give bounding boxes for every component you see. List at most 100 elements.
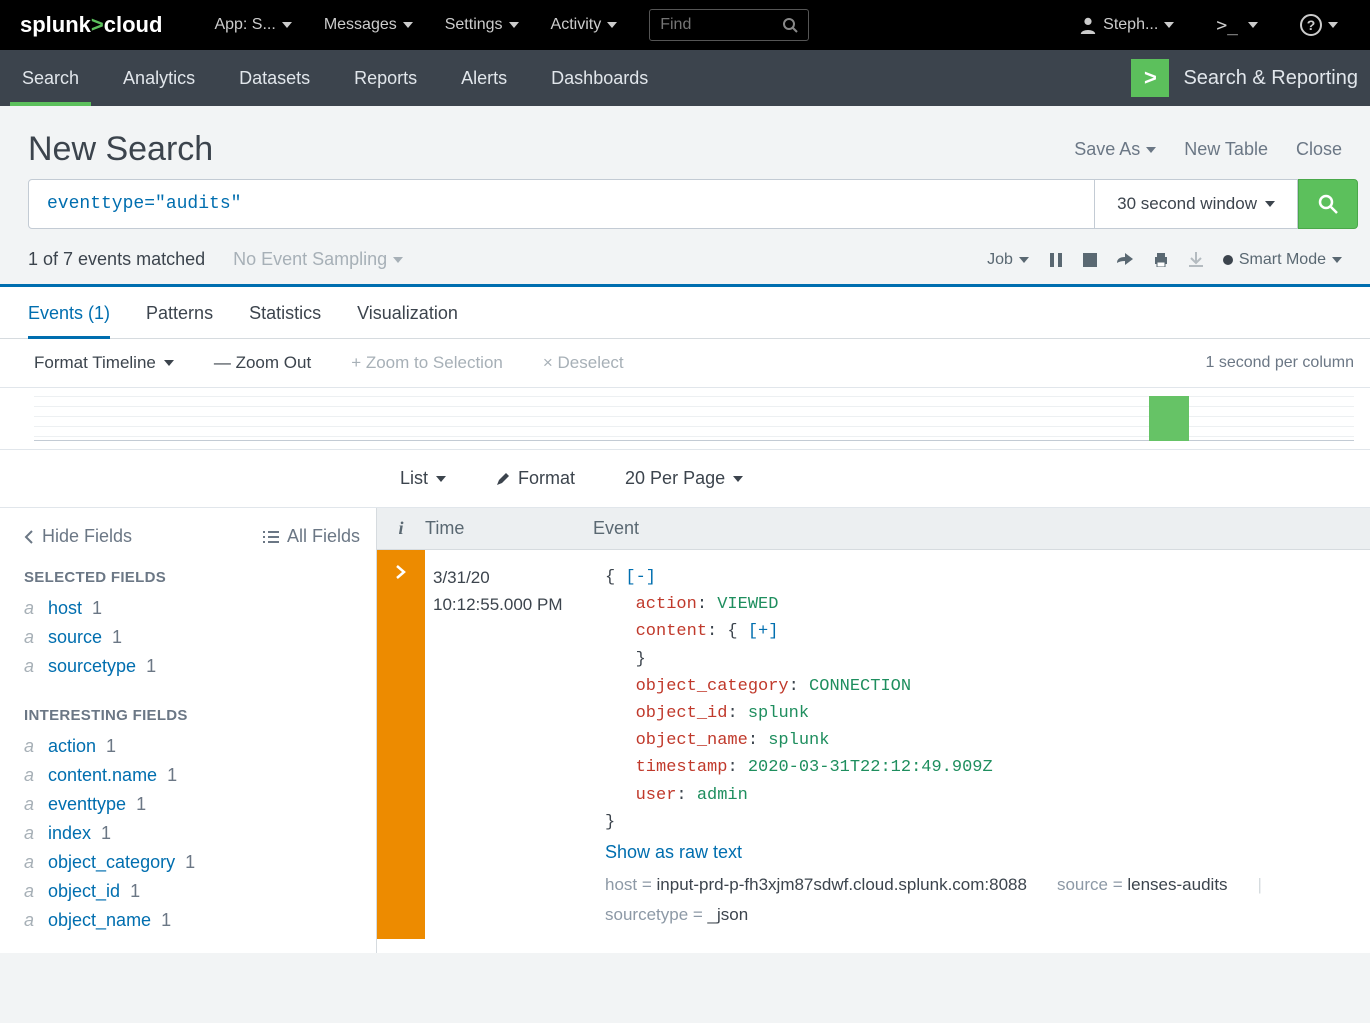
field-row[interactable]: aindex1	[24, 819, 360, 848]
search-query-input[interactable]: eventtype="audits"	[28, 179, 1095, 229]
format-timeline-dropdown[interactable]: Format Timeline	[34, 353, 174, 373]
field-row[interactable]: acontent.name1	[24, 761, 360, 790]
meta-host[interactable]: input-prd-p-fh3xjm87sdwf.cloud.splunk.co…	[657, 875, 1027, 894]
new-table-button[interactable]: New Table	[1184, 139, 1268, 160]
interesting-fields-header: INTERESTING FIELDS	[24, 707, 360, 724]
event-body: { [-] action: VIEWED content: { [+] } ob…	[593, 550, 1370, 939]
timeline-chart[interactable]	[0, 388, 1370, 450]
search-mode-dropdown[interactable]: Smart Mode	[1223, 251, 1342, 269]
format-button[interactable]: Format	[496, 468, 575, 489]
field-row[interactable]: aobject_category1	[24, 848, 360, 877]
nav-alerts[interactable]: Alerts	[439, 50, 529, 106]
expand-event-button[interactable]	[377, 550, 425, 939]
nav-search[interactable]: Search	[0, 50, 101, 106]
stop-button[interactable]	[1083, 253, 1097, 267]
export-button[interactable]	[1189, 252, 1203, 268]
tab-statistics[interactable]: Statistics	[249, 287, 321, 338]
pencil-icon	[496, 472, 510, 486]
event-metadata: host = input-prd-p-fh3xjm87sdwf.cloud.sp…	[605, 875, 1358, 925]
run-search-button[interactable]	[1298, 179, 1358, 229]
caret-down-icon	[509, 22, 519, 28]
field-name[interactable]: host	[48, 598, 82, 619]
zoom-to-selection-button: + Zoom to Selection	[351, 353, 503, 373]
tab-events[interactable]: Events (1)	[28, 287, 110, 338]
fields-sidebar: Hide Fields All Fields SELECTED FIELDS a…	[0, 508, 377, 953]
field-row[interactable]: ahost1	[24, 594, 360, 623]
field-row[interactable]: aobject_name1	[24, 906, 360, 935]
field-name[interactable]: object_name	[48, 910, 151, 931]
event-sampling-dropdown[interactable]: No Event Sampling	[233, 249, 403, 270]
app-switcher-menu[interactable]: App: S...	[202, 8, 303, 42]
main-content: Hide Fields All Fields SELECTED FIELDS a…	[0, 508, 1370, 953]
activity-menu[interactable]: Activity	[539, 8, 630, 42]
field-name[interactable]: object_id	[48, 881, 120, 902]
help-menu[interactable]: ?	[1288, 6, 1350, 44]
col-event: Event	[593, 518, 1370, 539]
list-icon	[263, 530, 279, 544]
top-menu: App: S... Messages Settings Activity	[202, 8, 629, 42]
status-bar: 1 of 7 events matched No Event Sampling …	[0, 237, 1370, 287]
find-input[interactable]	[660, 16, 782, 34]
search-icon	[1317, 193, 1339, 215]
event-json[interactable]: { [-] action: VIEWED content: { [+] } ob…	[605, 564, 1358, 836]
console-menu[interactable]: >_	[1204, 7, 1270, 44]
field-count: 1	[185, 852, 195, 873]
time-range-picker[interactable]: 30 second window	[1095, 179, 1298, 229]
save-as-button[interactable]: Save As	[1074, 139, 1156, 160]
timeline-bar[interactable]	[1149, 396, 1189, 441]
zoom-out-button[interactable]: — Zoom Out	[214, 353, 311, 373]
tab-patterns[interactable]: Patterns	[146, 287, 213, 338]
col-info[interactable]: i	[377, 518, 425, 539]
tab-visualization[interactable]: Visualization	[357, 287, 458, 338]
field-name[interactable]: sourcetype	[48, 656, 136, 677]
meta-source[interactable]: lenses-audits	[1127, 875, 1227, 894]
event-row: 3/31/20 10:12:55.000 PM { [-] action: VI…	[377, 550, 1370, 939]
meta-sourcetype[interactable]: _json	[708, 905, 749, 924]
per-page-dropdown[interactable]: 20 Per Page	[625, 468, 743, 489]
field-row[interactable]: aaction1	[24, 732, 360, 761]
bulb-icon	[1223, 255, 1233, 265]
field-name[interactable]: eventtype	[48, 794, 126, 815]
search-icon	[782, 17, 798, 33]
nav-datasets[interactable]: Datasets	[217, 50, 332, 106]
timeline-scale-label: 1 second per column	[1205, 354, 1354, 372]
show-raw-text-link[interactable]: Show as raw text	[605, 842, 742, 863]
nav-analytics[interactable]: Analytics	[101, 50, 217, 106]
field-name[interactable]: index	[48, 823, 91, 844]
find-box[interactable]	[649, 9, 809, 41]
col-time[interactable]: Time	[425, 518, 593, 539]
field-name[interactable]: source	[48, 627, 102, 648]
share-button[interactable]	[1117, 253, 1133, 267]
all-fields-button[interactable]: All Fields	[263, 526, 360, 547]
nav-dashboards[interactable]: Dashboards	[529, 50, 670, 106]
caret-down-icon	[436, 476, 446, 482]
timeline-controls: Format Timeline — Zoom Out + Zoom to Sel…	[0, 339, 1370, 388]
event-time: 3/31/20 10:12:55.000 PM	[425, 550, 593, 939]
field-row[interactable]: asource1	[24, 623, 360, 652]
nav-reports[interactable]: Reports	[332, 50, 439, 106]
close-button[interactable]: Close	[1296, 139, 1342, 160]
match-count: 1 of 7 events matched	[28, 249, 205, 270]
field-row[interactable]: asourcetype1	[24, 652, 360, 681]
list-view-dropdown[interactable]: List	[400, 468, 446, 489]
field-name[interactable]: content.name	[48, 765, 157, 786]
chevron-left-icon	[24, 530, 34, 544]
print-button[interactable]	[1153, 253, 1169, 267]
pause-button[interactable]	[1049, 253, 1063, 267]
field-name[interactable]: object_category	[48, 852, 175, 873]
field-row[interactable]: aeventtype1	[24, 790, 360, 819]
user-icon	[1079, 16, 1097, 34]
field-name[interactable]: action	[48, 736, 96, 757]
field-count: 1	[136, 794, 146, 815]
chevron-right-icon	[395, 564, 407, 580]
field-type: a	[24, 881, 38, 902]
settings-menu[interactable]: Settings	[433, 8, 531, 42]
page-title: New Search	[28, 130, 213, 169]
field-row[interactable]: aobject_id1	[24, 877, 360, 906]
expand-toggle[interactable]: [+]	[748, 622, 779, 641]
user-menu[interactable]: Steph...	[1067, 8, 1186, 42]
collapse-toggle[interactable]: [-]	[625, 568, 656, 587]
job-menu[interactable]: Job	[987, 251, 1029, 269]
hide-fields-button[interactable]: Hide Fields	[24, 526, 132, 547]
messages-menu[interactable]: Messages	[312, 8, 425, 42]
